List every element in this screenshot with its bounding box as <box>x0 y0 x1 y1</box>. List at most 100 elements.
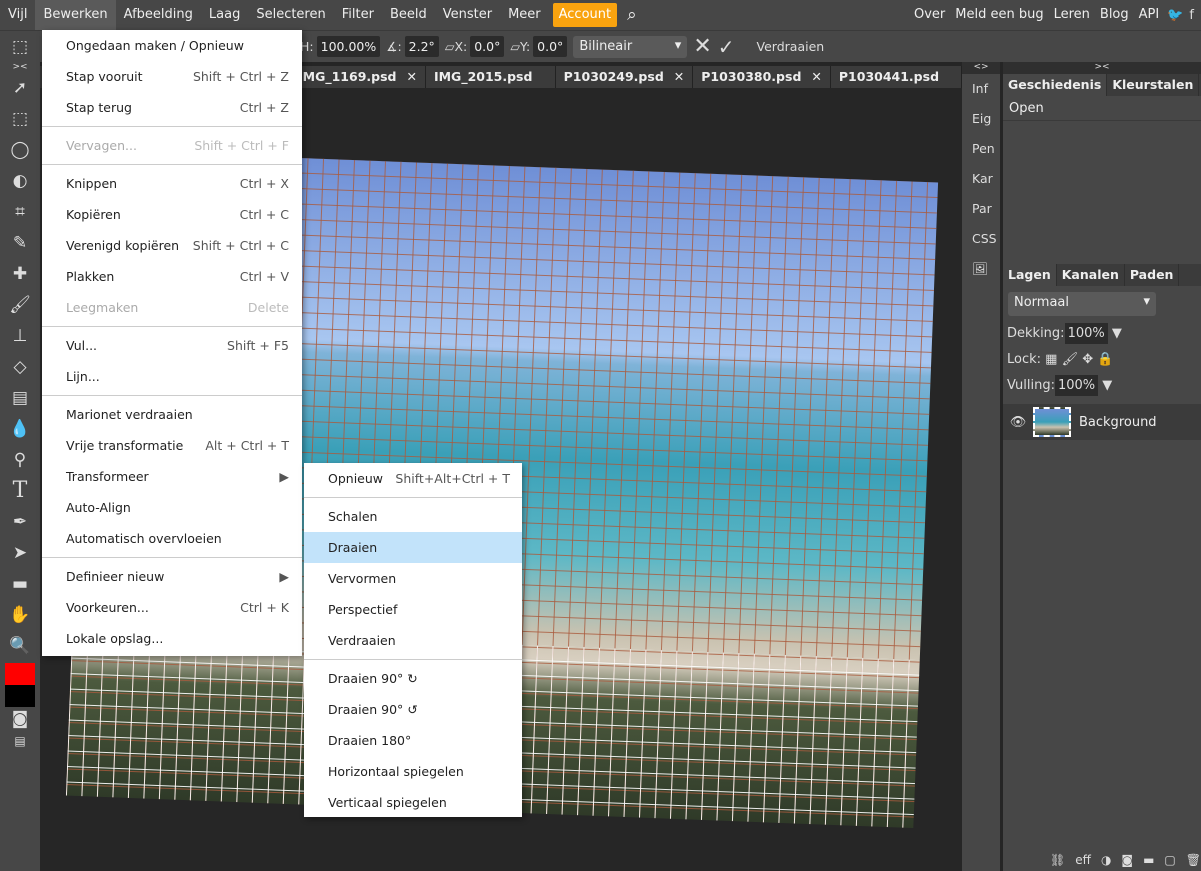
blend-mode-select[interactable]: Normaal <box>1008 292 1156 316</box>
screen-mode-icon[interactable]: ▤ <box>0 731 40 751</box>
menu-item-definieer-nieuw[interactable]: Definieer nieuw ▶ <box>42 561 302 592</box>
collapse-icon[interactable]: >< <box>1003 62 1201 74</box>
menu-item-marionet-verdraaien[interactable]: Marionet verdraaien <box>42 399 302 430</box>
tab-document[interactable]: P1030380.psd ✕ <box>693 66 831 88</box>
menu-item-verticaal-spiegelen[interactable]: Verticaal spiegelen <box>304 787 522 818</box>
tab-document[interactable]: P1030441.psd *✕ <box>830 66 962 106</box>
close-tab-icon[interactable]: ✕ <box>674 69 684 84</box>
menu-item-schalen[interactable]: Schalen <box>304 501 522 532</box>
menu-api[interactable]: API <box>1134 0 1165 30</box>
menu-item-ongedaan-maken-opnieuw[interactable]: Ongedaan maken / Opnieuw <box>42 30 302 61</box>
opacity-dropdown-icon[interactable]: ▼ <box>1108 326 1122 341</box>
panel-button-eig[interactable]: Eig <box>962 104 1000 134</box>
tab-channels[interactable]: Kanalen <box>1056 264 1125 286</box>
cancel-icon[interactable]: ✕ <box>693 34 711 59</box>
trash-icon[interactable]: 🗑 <box>1186 853 1201 867</box>
menu-item-verenigd-kopi-ren[interactable]: Verenigd kopiëren Shift + Ctrl + C <box>42 230 302 261</box>
menu-item-vul[interactable]: Vul... Shift + F5 <box>42 330 302 361</box>
shape-tool-icon[interactable]: ▬ <box>0 568 40 599</box>
stamp-tool-icon[interactable]: ⊥ <box>0 320 40 351</box>
tab-swatches[interactable]: Kleurstalen <box>1107 74 1200 96</box>
interpolation-select[interactable]: Bilineair <box>573 35 688 58</box>
tab-document[interactable]: IMG_2015.psd *✕ <box>425 66 556 106</box>
menu-blog[interactable]: Blog <box>1095 0 1134 30</box>
menu-leren[interactable]: Leren <box>1049 0 1095 30</box>
history-item[interactable]: Open <box>1003 96 1201 121</box>
menu-item-perspectief[interactable]: Perspectief <box>304 594 522 625</box>
menu-item-verdraaien[interactable]: Verdraaien <box>304 625 522 656</box>
blur-tool-icon[interactable]: 💧 <box>0 413 40 444</box>
skew-x-input[interactable]: 0.0° <box>470 36 505 57</box>
healing-tool-icon[interactable]: ✚ <box>0 258 40 289</box>
menu-item-knippen[interactable]: Knippen Ctrl + X <box>42 168 302 199</box>
menu-afbeelding[interactable]: Afbeelding <box>116 0 201 30</box>
menu-item-plakken[interactable]: Plakken Ctrl + V <box>42 261 302 292</box>
lasso-tool-icon[interactable]: ◯ <box>0 134 40 165</box>
eyedropper-tool-icon[interactable]: ✎ <box>0 227 40 258</box>
lock-all-icon[interactable]: 🔒 <box>1093 352 1113 367</box>
tab-paths[interactable]: Paden <box>1124 264 1180 286</box>
menu-meld-een-bug[interactable]: Meld een bug <box>950 0 1048 30</box>
menu-item-transformeer[interactable]: Transformeer ▶ <box>42 461 302 492</box>
close-tab-icon[interactable]: ✕ <box>406 69 416 84</box>
tab-layers[interactable]: Lagen <box>1003 264 1057 286</box>
tab-document[interactable]: P1030249.psd ✕ <box>555 66 694 88</box>
menu-item-automatisch-overvloeien[interactable]: Automatisch overvloeien <box>42 523 302 554</box>
new-layer-icon[interactable]: ▢ <box>1164 853 1175 867</box>
quick-select-tool-icon[interactable]: ◐ <box>0 165 40 196</box>
lock-transparency-icon[interactable]: ▦ <box>1041 352 1057 367</box>
hand-tool-icon[interactable]: ✋ <box>0 599 40 630</box>
adjustment-icon[interactable]: ◑ <box>1101 853 1111 867</box>
fill-input[interactable]: 100% <box>1054 374 1099 396</box>
close-tab-icon[interactable]: ✕ <box>811 69 821 84</box>
menu-item-vervormen[interactable]: Vervormen <box>304 563 522 594</box>
folder-icon[interactable]: ▬ <box>1143 853 1154 867</box>
menu-item-stap-terug[interactable]: Stap terug Ctrl + Z <box>42 92 302 123</box>
transform-tool-icon[interactable]: ⬚ <box>0 31 40 62</box>
facebook-icon[interactable]: f <box>1189 8 1194 23</box>
menu-laag[interactable]: Laag <box>201 0 248 30</box>
menu-venster[interactable]: Venster <box>435 0 500 30</box>
menu-vijl[interactable]: Vijl <box>0 0 35 30</box>
menu-item-opnieuw[interactable]: Opnieuw Shift+Alt+Ctrl + T <box>304 463 522 494</box>
menu-item-voorkeuren[interactable]: Voorkeuren... Ctrl + K <box>42 592 302 623</box>
zoom-tool-icon[interactable]: 🔍 <box>0 630 40 661</box>
menu-item-horizontaal-spiegelen[interactable]: Horizontaal spiegelen <box>304 756 522 787</box>
menu-beeld[interactable]: Beeld <box>382 0 435 30</box>
marquee-tool-icon[interactable]: ⬚ <box>0 103 40 134</box>
search-icon[interactable]: ⌕ <box>627 5 637 25</box>
image-panel-icon[interactable]: 🖼 <box>962 254 1000 284</box>
menu-item-auto-align[interactable]: Auto-Align <box>42 492 302 523</box>
fill-dropdown-icon[interactable]: ▼ <box>1098 378 1112 393</box>
menu-item-stap-vooruit[interactable]: Stap vooruit Shift + Ctrl + Z <box>42 61 302 92</box>
move-tool-icon[interactable]: ➚ <box>0 72 40 103</box>
brush-tool-icon[interactable]: 🖌 <box>0 289 40 320</box>
confirm-icon[interactable]: ✓ <box>718 35 735 59</box>
panel-button-par[interactable]: Par <box>962 194 1000 224</box>
gradient-tool-icon[interactable]: ▤ <box>0 382 40 413</box>
menu-item-draaien[interactable]: Draaien <box>304 532 522 563</box>
menu-bewerken[interactable]: Bewerken <box>35 0 116 30</box>
tab-document[interactable]: IMG_1169.psd ✕ <box>290 66 426 88</box>
menu-item-lijn[interactable]: Lijn... <box>42 361 302 392</box>
twitter-icon[interactable]: 🐦 <box>1167 8 1183 23</box>
menu-item-draaien-90[interactable]: Draaien 90° ↺ <box>304 694 522 725</box>
height-input[interactable]: 100.00% <box>316 36 381 57</box>
panel-button-pen[interactable]: Pen <box>962 134 1000 164</box>
menu-item-kopi-ren[interactable]: Kopiëren Ctrl + C <box>42 199 302 230</box>
menu-selecteren[interactable]: Selecteren <box>248 0 333 30</box>
eraser-tool-icon[interactable]: ◇ <box>0 351 40 382</box>
dodge-tool-icon[interactable]: ⚲ <box>0 444 40 475</box>
foreground-color[interactable] <box>5 663 35 685</box>
skew-y-input[interactable]: 0.0° <box>533 36 568 57</box>
warp-button[interactable]: Verdraaien <box>757 39 825 54</box>
menu-item-lokale-opslag[interactable]: Lokale opslag... <box>42 623 302 654</box>
path-select-tool-icon[interactable]: ➤ <box>0 537 40 568</box>
menu-account[interactable]: Account <box>552 3 618 27</box>
collapse-icon[interactable]: >< <box>0 62 40 72</box>
menu-meer[interactable]: Meer <box>500 0 549 30</box>
type-tool-icon[interactable]: T <box>0 475 40 506</box>
link-icon[interactable]: ⛓ <box>1050 853 1065 867</box>
angle-input[interactable]: 2.2° <box>404 36 439 57</box>
lock-move-icon[interactable]: ✥ <box>1078 352 1093 367</box>
